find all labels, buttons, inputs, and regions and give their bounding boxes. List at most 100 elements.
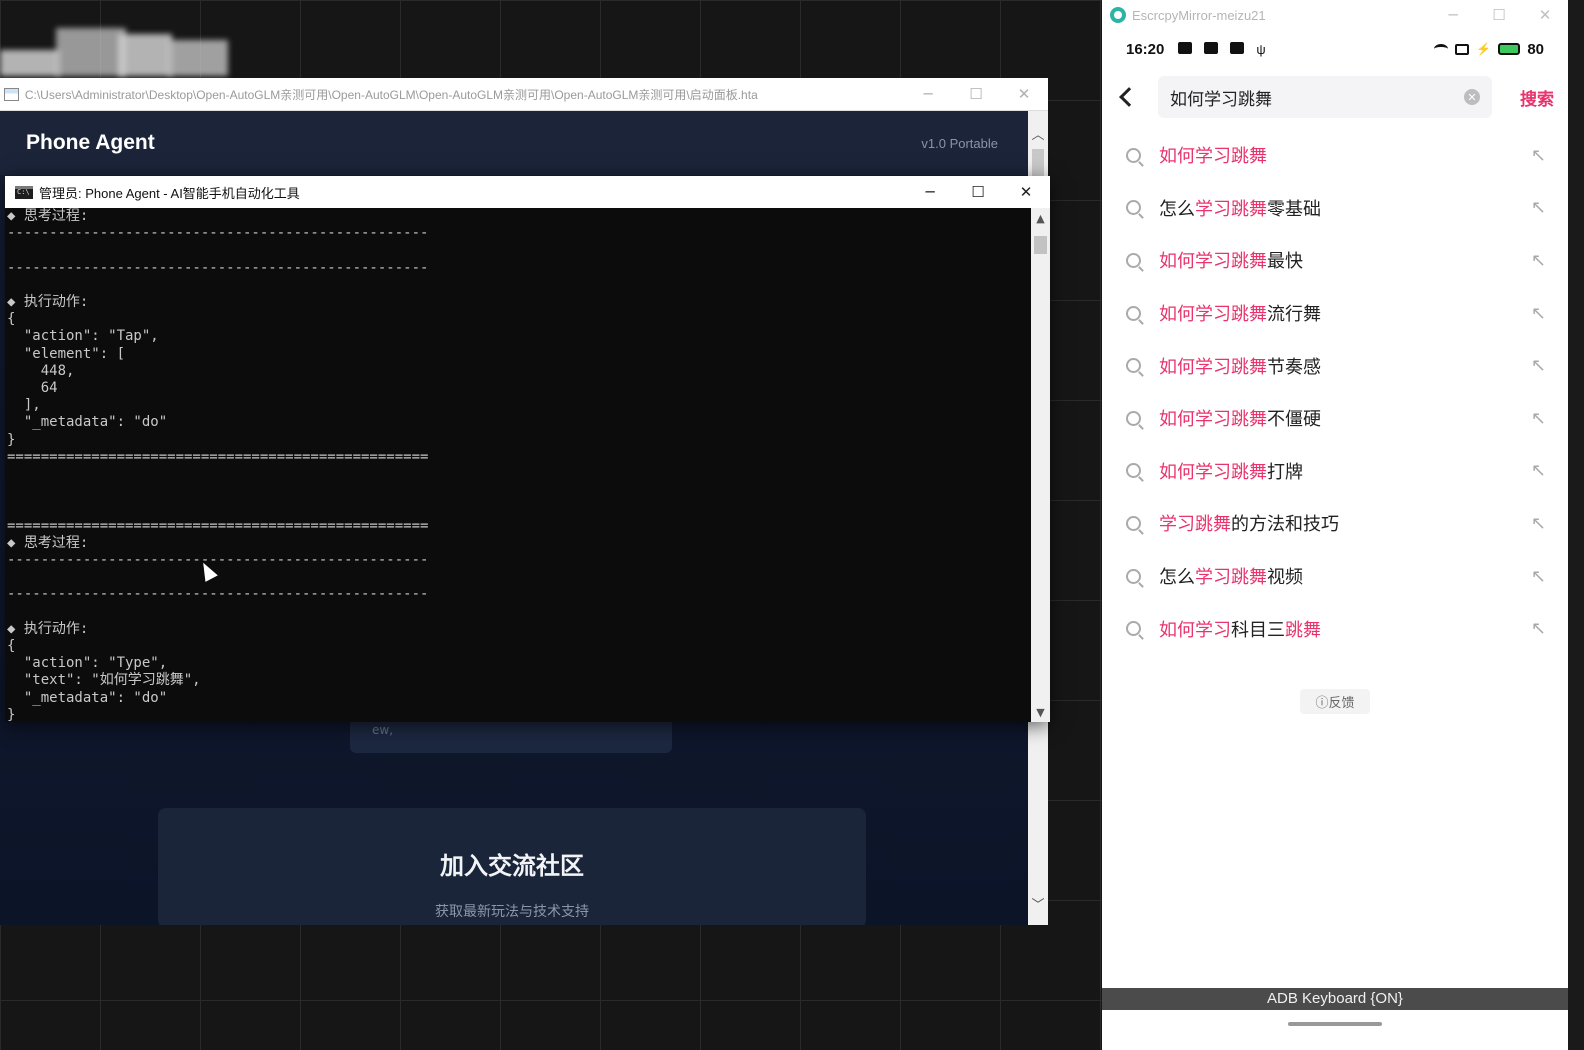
console-scroll-down-icon[interactable]: ▼ <box>1031 704 1050 720</box>
console-maximize-button[interactable]: ☐ <box>954 176 1002 208</box>
hta-close-button[interactable]: ✕ <box>1000 78 1048 110</box>
console-minimize-button[interactable]: ─ <box>906 176 954 208</box>
search-icon <box>1126 358 1141 374</box>
hta-scroll-thumb[interactable] <box>1032 149 1044 179</box>
suggestion-item[interactable]: 如何学习跳舞 ↖ <box>1102 129 1568 182</box>
fill-query-arrow-icon[interactable]: ↖ <box>1531 355 1546 376</box>
suggestion-text: 如何学习科目三跳舞 <box>1159 616 1321 642</box>
console-titlebar[interactable]: 管理员: Phone Agent - AI智能手机自动化工具 ─ ☐ ✕ <box>5 176 1050 208</box>
clear-icon[interactable]: ✕ <box>1464 89 1480 105</box>
hta-header: Phone Agent v1.0 Portable <box>0 111 1028 175</box>
fill-query-arrow-icon[interactable]: ↖ <box>1531 303 1546 324</box>
console-scrollbar[interactable]: ▲ ▼ <box>1031 208 1050 722</box>
usb-icon: ψ <box>1256 41 1266 57</box>
suggestion-plain: 零基础 <box>1267 198 1321 220</box>
blurred-desktop-icon <box>0 28 230 78</box>
battery-icon <box>1498 43 1521 55</box>
console-output[interactable]: ◆ 思考过程: ---------------------------------… <box>5 208 1031 722</box>
phone-window-titlebar[interactable]: EscrcpyMirror-meizu21 ─ ☐ ✕ <box>1102 0 1568 30</box>
suggestion-plain: 打牌 <box>1267 461 1303 483</box>
console-app-icon <box>15 185 33 199</box>
console-line: 64 <box>7 380 58 397</box>
suggestion-item[interactable]: 怎么学习跳舞零基础 ↖ <box>1102 182 1568 235</box>
suggestion-highlight: 学习跳舞 <box>1195 198 1267 220</box>
search-button[interactable]: 搜索 <box>1520 85 1554 110</box>
suggestion-highlight: 如何学习跳舞 <box>1159 409 1267 431</box>
fill-query-arrow-icon[interactable]: ↖ <box>1531 250 1546 271</box>
hta-scroll-down-icon[interactable]: ﹀ <box>1028 893 1048 913</box>
battery-level: 80 <box>1527 40 1544 58</box>
suggestion-item[interactable]: 怎么学习跳舞视频 ↖ <box>1102 550 1568 603</box>
console-line: "action": "Tap", <box>7 328 159 345</box>
suggestion-item[interactable]: 如何学习跳舞流行舞 ↖ <box>1102 287 1568 340</box>
suggestion-plain: 不僵硬 <box>1267 409 1321 431</box>
suggestion-item[interactable]: 如何学习跳舞不僵硬 ↖ <box>1102 392 1568 445</box>
suggestion-item[interactable]: 如何学习科目三跳舞 ↖ <box>1102 602 1568 655</box>
feedback-button[interactable]: ⓘ反馈 <box>1300 688 1370 714</box>
console-line: "text": "如何学习跳舞", <box>7 672 201 689</box>
community-card: 加入交流社区 获取最新玩法与技术支持 <box>158 808 866 925</box>
phone-minimize-button[interactable]: ─ <box>1430 0 1476 30</box>
suggestion-highlight: 跳舞 <box>1285 619 1321 641</box>
suggestion-text: 怎么学习跳舞零基础 <box>1159 195 1321 221</box>
console-line: ----------------------------------------… <box>7 586 429 603</box>
search-bar: ✕ 搜索 <box>1102 68 1568 126</box>
fill-query-arrow-icon[interactable]: ↖ <box>1531 145 1546 166</box>
hta-app-icon <box>4 87 19 101</box>
console-close-button[interactable]: ✕ <box>1002 176 1050 208</box>
fill-query-arrow-icon[interactable]: ↖ <box>1531 618 1546 639</box>
status-notification-icons: ψ <box>1178 41 1266 57</box>
console-scroll-up-icon[interactable]: ▲ <box>1031 210 1050 226</box>
hta-minimize-button[interactable]: ─ <box>904 78 952 110</box>
charging-icon: ⚡ <box>1476 42 1492 56</box>
fill-query-arrow-icon[interactable]: ↖ <box>1531 513 1546 534</box>
search-icon <box>1126 463 1141 479</box>
search-icon <box>1126 200 1141 216</box>
console-line: ◆ 执行动作: <box>7 620 89 637</box>
console-line: ----------------------------------------… <box>7 225 429 242</box>
console-line: "_metadata": "do" <box>7 689 168 706</box>
back-arrow-icon[interactable] <box>1119 87 1139 107</box>
suggestion-highlight: 如何学习 <box>1159 619 1231 641</box>
mail-icon <box>1178 41 1193 54</box>
fill-query-arrow-icon[interactable]: ↖ <box>1531 566 1546 587</box>
suggestion-item[interactable]: 学习跳舞的方法和技巧 ↖ <box>1102 497 1568 550</box>
search-icon <box>1126 252 1141 268</box>
phone-maximize-button[interactable]: ☐ <box>1476 0 1522 30</box>
console-window: 管理员: Phone Agent - AI智能手机自动化工具 ─ ☐ ✕ ◆ 思… <box>5 176 1050 722</box>
hta-maximize-button[interactable]: ☐ <box>952 78 1000 110</box>
suggestion-highlight: 学习跳舞 <box>1159 514 1231 536</box>
search-input[interactable] <box>1170 87 1464 107</box>
status-time: 16:20 <box>1126 40 1165 58</box>
suggestion-item[interactable]: 如何学习跳舞打牌 ↖ <box>1102 445 1568 498</box>
suggestion-item[interactable]: 如何学习跳舞最快 ↖ <box>1102 234 1568 287</box>
fill-query-arrow-icon[interactable]: ↖ <box>1531 408 1546 429</box>
suggestion-text: 如何学习跳舞节奏感 <box>1159 353 1321 379</box>
console-scroll-thumb[interactable] <box>1034 236 1047 254</box>
fill-query-arrow-icon[interactable]: ↖ <box>1531 197 1546 218</box>
search-box[interactable]: ✕ <box>1158 76 1492 118</box>
suggestion-text: 怎么学习跳舞视频 <box>1159 563 1303 589</box>
hta-titlebar[interactable]: C:\Users\Administrator\Desktop\Open-Auto… <box>0 78 1048 111</box>
hta-info-card-text: ew, <box>372 723 394 737</box>
community-subtitle: 获取最新玩法与技术支持 <box>435 904 589 920</box>
desktop-edge <box>1568 0 1584 1050</box>
phone-close-button[interactable]: ✕ <box>1522 0 1568 30</box>
suggestion-item[interactable]: 如何学习跳舞节奏感 ↖ <box>1102 339 1568 392</box>
suggestion-highlight: 如何学习跳舞 <box>1159 251 1267 273</box>
fill-query-arrow-icon[interactable]: ↖ <box>1531 460 1546 481</box>
console-line: ◆ 思考过程: <box>7 208 89 224</box>
console-line: "action": "Type", <box>7 655 168 672</box>
console-window-controls: ─ ☐ ✕ <box>906 176 1050 208</box>
suggestion-plain: 怎么 <box>1159 198 1195 220</box>
console-line: "_metadata": "do" <box>7 414 168 431</box>
console-line: ], <box>7 397 41 414</box>
hta-scroll-up-icon[interactable]: ︿ <box>1028 123 1048 143</box>
suggestion-plain: 怎么 <box>1159 567 1195 589</box>
console-line: ◆ 执行动作: <box>7 294 89 311</box>
home-indicator[interactable] <box>1288 1022 1382 1026</box>
suggestion-text: 如何学习跳舞不僵硬 <box>1159 405 1321 431</box>
adb-keyboard-indicator: ADB Keyboard {ON} <box>1102 988 1568 1010</box>
